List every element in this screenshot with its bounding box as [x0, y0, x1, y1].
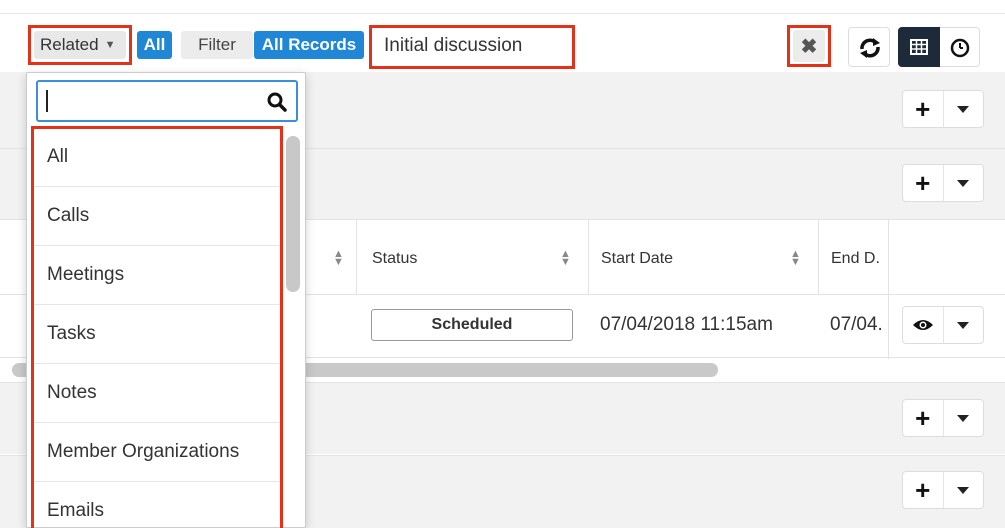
caret-down-icon [957, 105, 970, 113]
highlight-clear [787, 25, 831, 67]
sort-icon[interactable]: ▲ ▼ [790, 249, 801, 268]
start-date-cell: 07/04/2018 11:15am [600, 314, 773, 335]
plus-icon: + [915, 403, 931, 433]
list-view-button[interactable] [898, 27, 940, 67]
caret-down-icon [957, 486, 970, 494]
plus-icon: + [915, 168, 931, 198]
highlight-related [28, 25, 132, 65]
search-icon [267, 92, 287, 112]
caret-down-icon [957, 321, 970, 329]
add-record-button[interactable]: + [903, 91, 943, 127]
column-divider [588, 219, 589, 295]
row-more-button[interactable] [942, 307, 984, 343]
add-record-button[interactable]: + [903, 165, 943, 201]
plus-icon: + [915, 94, 931, 124]
more-actions-button[interactable] [942, 472, 984, 508]
status-badge: Scheduled [371, 309, 573, 341]
activity-stream-button[interactable] [940, 27, 980, 67]
column-header-status[interactable]: Status [372, 249, 417, 269]
column-divider [356, 219, 357, 295]
subpanel-actions-2[interactable]: + [902, 164, 984, 202]
sort-icon[interactable]: ▲ ▼ [560, 249, 571, 268]
sort-icon[interactable]: ▲ ▼ [333, 249, 344, 268]
subpanel-actions-4[interactable]: + [902, 471, 984, 509]
column-header-end-date[interactable]: End D. [831, 249, 880, 269]
refresh-button[interactable] [848, 27, 890, 67]
subpanel-actions-1[interactable]: + [902, 90, 984, 128]
all-modules-pill[interactable]: All [137, 31, 172, 59]
subpanel-actions-3[interactable]: + [902, 399, 984, 437]
filter-label: Filter [181, 31, 253, 59]
column-divider [818, 219, 819, 295]
dropdown-search-input[interactable] [36, 80, 298, 122]
column-header-start-date[interactable]: Start Date [601, 249, 673, 269]
plus-icon: + [915, 475, 931, 505]
all-records-pill[interactable]: All Records [254, 31, 364, 59]
caret-down-icon [957, 414, 970, 422]
highlight-search [369, 25, 575, 69]
end-date-cell: 07/04. [830, 314, 883, 335]
more-actions-button[interactable] [942, 165, 984, 201]
more-actions-button[interactable] [942, 400, 984, 436]
column-divider [888, 219, 889, 359]
caret-down-icon [957, 179, 970, 187]
add-record-button[interactable]: + [903, 472, 943, 508]
row-actions[interactable] [902, 306, 984, 344]
clock-icon [950, 38, 970, 58]
refresh-icon [860, 38, 880, 58]
table-icon [910, 39, 928, 55]
eye-icon [912, 320, 933, 330]
dropdown-scrollbar[interactable] [286, 136, 300, 292]
preview-button[interactable] [903, 307, 943, 343]
text-cursor [46, 90, 48, 112]
add-record-button[interactable]: + [903, 400, 943, 436]
more-actions-button[interactable] [942, 91, 984, 127]
highlight-dropdown-list [31, 126, 283, 528]
